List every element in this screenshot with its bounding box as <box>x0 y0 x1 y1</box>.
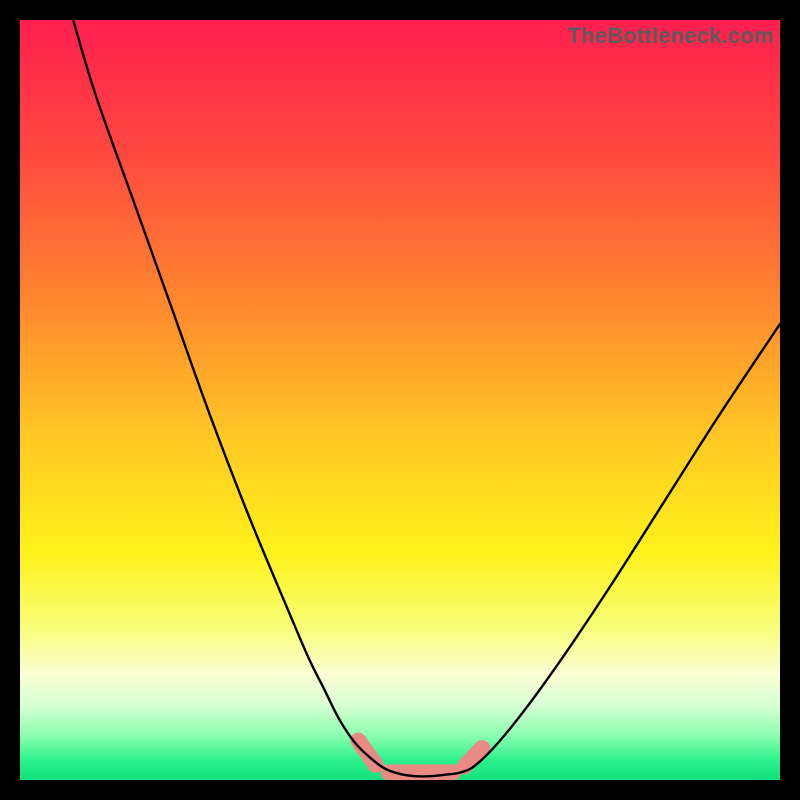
valley-marks <box>358 740 482 772</box>
mark-sausage-right <box>465 748 482 766</box>
chart-frame: TheBottleneck.com <box>0 0 800 800</box>
watermark-text: TheBottleneck.com <box>568 23 774 49</box>
bottleneck-curve <box>73 20 780 776</box>
plot-area: TheBottleneck.com <box>20 20 780 780</box>
curve-layer <box>20 20 780 780</box>
